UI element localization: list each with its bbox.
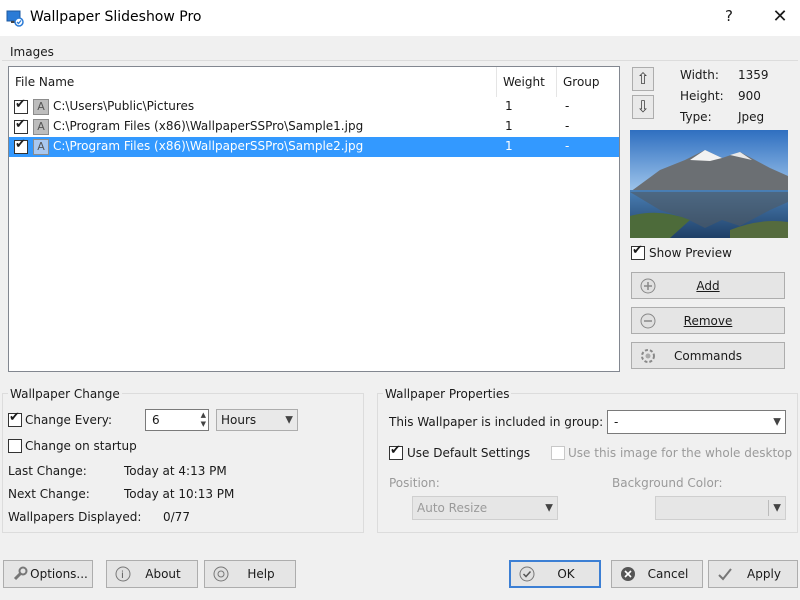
checkmark-icon: ✔: [632, 243, 643, 258]
table-row-selected[interactable]: ✔ A C:\Program Files (x86)\WallpaperSSPr…: [9, 137, 619, 157]
change-every-stepper[interactable]: 6 ▲ ▼: [145, 409, 209, 431]
chevron-down-icon: ▼: [773, 502, 781, 514]
background-color-picker[interactable]: ▼: [655, 496, 786, 520]
add-button[interactable]: Add: [631, 272, 785, 299]
wallpaper-properties-label: Wallpaper Properties: [383, 387, 512, 401]
chevron-down-icon: ▼: [285, 414, 293, 426]
width-value: 1359: [738, 68, 769, 82]
ok-button[interactable]: OK: [509, 560, 601, 588]
last-change-label: Last Change:: [8, 464, 87, 478]
row-checkbox[interactable]: ✔: [14, 97, 28, 114]
move-down-button[interactable]: ⇩: [632, 95, 654, 119]
background-color-label: Background Color:: [612, 476, 723, 490]
checkmark-icon: ✔: [15, 97, 26, 112]
whole-desktop-checkbox[interactable]: [551, 446, 565, 460]
apply-button[interactable]: Apply: [708, 560, 798, 588]
whole-desktop-label: Use this image for the whole desktop: [568, 446, 793, 460]
next-change-value: Today at 10:13 PM: [124, 487, 235, 501]
position-select[interactable]: Auto Resize ▼: [412, 496, 558, 520]
window-title: Wallpaper Slideshow Pro: [30, 9, 202, 25]
images-group-label: Images: [10, 45, 54, 59]
chevron-down-icon: ▼: [545, 502, 553, 514]
column-header-filename[interactable]: File Name: [9, 67, 497, 97]
checkmark-icon: ✔: [390, 443, 401, 458]
close-button[interactable]: ✕: [768, 6, 792, 28]
type-label: Type:: [680, 110, 712, 124]
show-preview-checkbox[interactable]: ✔: [631, 243, 645, 260]
change-on-startup-checkbox[interactable]: [8, 439, 22, 453]
options-button[interactable]: Options...: [3, 560, 93, 588]
change-on-startup-label: Change on startup: [25, 439, 137, 453]
checkmark-icon: ✔: [15, 137, 26, 152]
interval-unit-select[interactable]: Hours ▼: [216, 409, 298, 431]
cancel-button[interactable]: Cancel: [611, 560, 703, 588]
row-weight: 1: [505, 99, 513, 113]
image-list[interactable]: File Name Weight Group ✔ A C:\Users\Publ…: [8, 66, 620, 372]
row-path: C:\Users\Public\Pictures: [53, 99, 195, 113]
height-value: 900: [738, 89, 761, 103]
checkmark-icon: ✔: [15, 117, 26, 132]
about-button[interactable]: i About: [106, 560, 198, 588]
row-path: C:\Program Files (x86)\WallpaperSSPro\Sa…: [53, 119, 364, 133]
row-weight: 1: [505, 119, 513, 133]
height-label: Height:: [680, 89, 724, 103]
row-checkbox[interactable]: ✔: [14, 137, 28, 154]
column-header-weight[interactable]: Weight: [497, 67, 557, 97]
row-group: -: [565, 119, 570, 133]
column-header-group[interactable]: Group: [557, 67, 619, 97]
position-label: Position:: [389, 476, 440, 490]
table-row[interactable]: ✔ A C:\Users\Public\Pictures 1 -: [9, 97, 619, 117]
row-path: C:\Program Files (x86)\WallpaperSSPro\Sa…: [53, 139, 364, 153]
width-label: Width:: [680, 68, 719, 82]
included-group-select[interactable]: - ▼: [607, 410, 786, 434]
show-preview-label: Show Preview: [649, 246, 732, 260]
last-change-value: Today at 4:13 PM: [124, 464, 227, 478]
help-title-button[interactable]: ?: [720, 7, 738, 27]
change-every-checkbox[interactable]: ✔: [8, 410, 22, 427]
wallpaper-change-label: Wallpaper Change: [8, 387, 122, 401]
help-button[interactable]: Help: [204, 560, 296, 588]
use-default-settings-label: Use Default Settings: [407, 446, 531, 460]
stepper-arrows-icon[interactable]: ▲ ▼: [201, 411, 206, 429]
checkmark-icon: ✔: [9, 410, 20, 425]
arrow-up-icon: ⇧: [636, 69, 650, 88]
wallpapers-displayed-label: Wallpapers Displayed:: [8, 510, 142, 524]
table-row[interactable]: ✔ A C:\Program Files (x86)\WallpaperSSPr…: [9, 117, 619, 137]
wallpapers-displayed-value: 0/77: [163, 510, 190, 524]
arrow-down-icon: ⇩: [636, 97, 650, 116]
row-checkbox[interactable]: ✔: [14, 117, 28, 134]
row-group: -: [565, 99, 570, 113]
change-every-label: Change Every:: [25, 413, 113, 427]
svg-text:i: i: [121, 570, 124, 581]
commands-button[interactable]: Commands: [631, 342, 785, 369]
chevron-down-icon: ▼: [773, 416, 781, 428]
included-group-label: This Wallpaper is included in group:: [389, 415, 604, 429]
row-weight: 1: [505, 139, 513, 153]
folder-image-icon: A: [33, 99, 49, 115]
preview-image: [630, 130, 788, 238]
app-icon: [6, 9, 24, 27]
file-image-icon: A: [33, 139, 49, 155]
type-value: Jpeg: [738, 110, 765, 124]
move-up-button[interactable]: ⇧: [632, 67, 654, 91]
next-change-label: Next Change:: [8, 487, 90, 501]
use-default-settings-checkbox[interactable]: ✔: [389, 443, 403, 460]
remove-button[interactable]: Remove: [631, 307, 785, 334]
row-group: -: [565, 139, 570, 153]
file-image-icon: A: [33, 119, 49, 135]
